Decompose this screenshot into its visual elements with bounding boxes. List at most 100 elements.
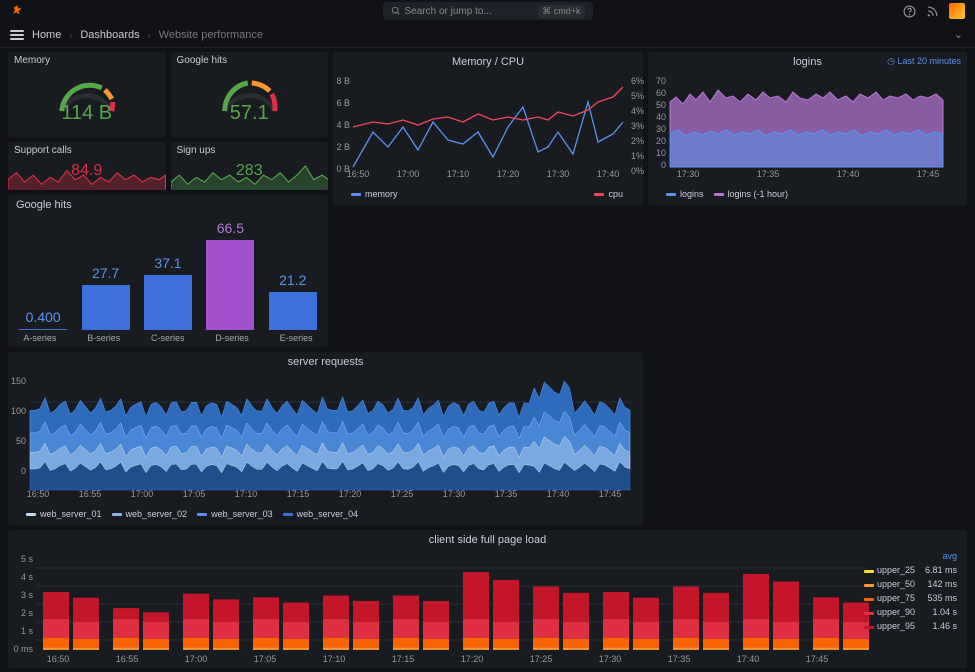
svg-text:50: 50 [656, 100, 666, 110]
svg-text:4 B: 4 B [336, 120, 350, 130]
user-avatar[interactable] [949, 3, 965, 19]
svg-text:0: 0 [661, 160, 666, 170]
legend: memory cpu [333, 185, 643, 205]
panel-server-requests[interactable]: server requests 15010050016:5016:5517:00… [8, 352, 643, 525]
breadcrumb: Home › Dashboards › Website performance … [0, 22, 975, 48]
svg-text:17:30: 17:30 [677, 169, 700, 179]
rss-icon[interactable] [926, 5, 939, 18]
breadcrumb-home[interactable]: Home [32, 29, 61, 41]
svg-text:17:10: 17:10 [323, 654, 346, 664]
svg-text:3 s: 3 s [21, 590, 34, 600]
bar[interactable]: 0.400 [15, 309, 71, 330]
svg-text:17:25: 17:25 [530, 654, 553, 664]
panel-title: Sign ups [171, 142, 329, 159]
bar[interactable]: 66.5 [202, 220, 258, 330]
svg-text:0: 0 [21, 466, 26, 476]
bar-label: A-series [23, 333, 56, 343]
bar-label: E-series [280, 333, 313, 343]
panel-memory-cpu[interactable]: Memory / CPU 8 B6 B4 B2 B0 B6%5%4%3%2%1%… [333, 52, 643, 205]
svg-text:17:30: 17:30 [443, 489, 466, 499]
svg-text:0%: 0% [631, 166, 644, 176]
svg-text:17:00: 17:00 [131, 489, 154, 499]
svg-text:17:20: 17:20 [461, 654, 484, 664]
help-icon[interactable] [903, 5, 916, 18]
svg-text:30: 30 [656, 124, 666, 134]
panel-memory-gauge[interactable]: Memory 114 B [8, 52, 166, 137]
panel-title: server requests [8, 352, 643, 372]
svg-text:17:25: 17:25 [391, 489, 414, 499]
svg-text:17:45: 17:45 [917, 169, 940, 179]
svg-text:5 s: 5 s [21, 554, 34, 564]
panel-title: Memory [8, 52, 166, 69]
svg-text:6%: 6% [631, 76, 644, 86]
panel-support-calls[interactable]: Support calls 84.9 [8, 142, 166, 190]
memory-cpu-chart: 8 B6 B4 B2 B0 B6%5%4%3%2%1%0%16:5017:001… [333, 72, 653, 182]
svg-text:2 B: 2 B [336, 142, 350, 152]
panel-title: Google hits [8, 195, 328, 215]
grafana-logo-icon[interactable] [10, 4, 24, 18]
menu-toggle-icon[interactable] [10, 30, 24, 40]
svg-text:17:40: 17:40 [837, 169, 860, 179]
svg-text:17:00: 17:00 [397, 169, 420, 179]
svg-text:16:50: 16:50 [47, 654, 70, 664]
breadcrumb-page[interactable]: Website performance [159, 29, 263, 41]
time-range[interactable]: Last 20 minutes [887, 56, 961, 67]
legend: avg upper_256.81 ms upper_50142 ms upper… [858, 548, 963, 634]
panel-title: client side full page load [8, 530, 967, 550]
svg-text:6 B: 6 B [336, 98, 350, 108]
svg-text:17:40: 17:40 [597, 169, 620, 179]
svg-text:17:20: 17:20 [339, 489, 362, 499]
stat-value: 84.9 [71, 162, 102, 180]
panel-sign-ups[interactable]: Sign ups 283 [171, 142, 329, 190]
search-kbd: ⌘ cmd+k [538, 5, 584, 18]
chevron-down-icon[interactable]: ⌄ [952, 26, 965, 43]
svg-text:17:35: 17:35 [668, 654, 691, 664]
svg-text:8 B: 8 B [336, 76, 350, 86]
bar[interactable]: 21.2 [265, 272, 321, 330]
panel-google-hits-bars[interactable]: Google hits 0.400 27.737.166.521.2 A-seri… [8, 195, 328, 347]
svg-text:17:40: 17:40 [547, 489, 570, 499]
bar-label: B-series [87, 333, 120, 343]
search-input[interactable]: Search or jump to... ⌘ cmd+k [383, 2, 593, 20]
search-icon [391, 6, 401, 16]
svg-text:0 ms: 0 ms [13, 644, 33, 654]
chevron-right-icon: › [148, 30, 151, 40]
svg-text:4 s: 4 s [21, 572, 34, 582]
svg-text:16:50: 16:50 [27, 489, 50, 499]
bar-label: C-series [151, 333, 185, 343]
panel-title: Memory / CPU [333, 52, 643, 72]
search-placeholder: Search or jump to... [405, 6, 492, 17]
breadcrumb-dashboards[interactable]: Dashboards [80, 29, 139, 41]
svg-text:17:20: 17:20 [497, 169, 520, 179]
svg-text:17:10: 17:10 [235, 489, 258, 499]
svg-text:10: 10 [656, 148, 666, 158]
svg-text:17:45: 17:45 [806, 654, 829, 664]
svg-text:1 s: 1 s [21, 626, 34, 636]
svg-text:16:50: 16:50 [347, 169, 370, 179]
bar[interactable]: 37.1 [140, 255, 196, 330]
svg-text:20: 20 [656, 136, 666, 146]
panel-page-load[interactable]: client side full page load 5 s 4 s 3 s 2 s 1… [8, 530, 967, 668]
svg-text:17:35: 17:35 [495, 489, 518, 499]
svg-text:50: 50 [16, 436, 26, 446]
svg-text:17:05: 17:05 [183, 489, 206, 499]
svg-text:17:45: 17:45 [599, 489, 622, 499]
svg-text:2 s: 2 s [21, 608, 34, 618]
panel-logins[interactable]: logins Last 20 minutes 70605040302010017… [648, 52, 967, 205]
svg-text:70: 70 [656, 76, 666, 86]
panel-title: Google hits [171, 52, 329, 69]
svg-text:16:55: 16:55 [116, 654, 139, 664]
server-requests-chart: 15010050016:5016:5517:0017:0517:1017:151… [8, 372, 638, 502]
svg-text:3%: 3% [631, 121, 644, 131]
legend: web_server_01 web_server_02 web_server_0… [8, 505, 643, 525]
panel-googlehits-gauge[interactable]: Google hits 57.1 [171, 52, 329, 137]
topbar: Search or jump to... ⌘ cmd+k [0, 0, 975, 22]
panel-title: Support calls [8, 142, 166, 159]
svg-text:17:30: 17:30 [599, 654, 622, 664]
pageload-chart: 5 s4 s3 s2 s1 s0 ms16:5016:5517:0017:051… [8, 550, 878, 665]
svg-text:5%: 5% [631, 91, 644, 101]
svg-text:150: 150 [11, 376, 26, 386]
svg-text:40: 40 [656, 112, 666, 122]
svg-text:17:10: 17:10 [447, 169, 470, 179]
bar[interactable]: 27.7 [78, 265, 134, 330]
